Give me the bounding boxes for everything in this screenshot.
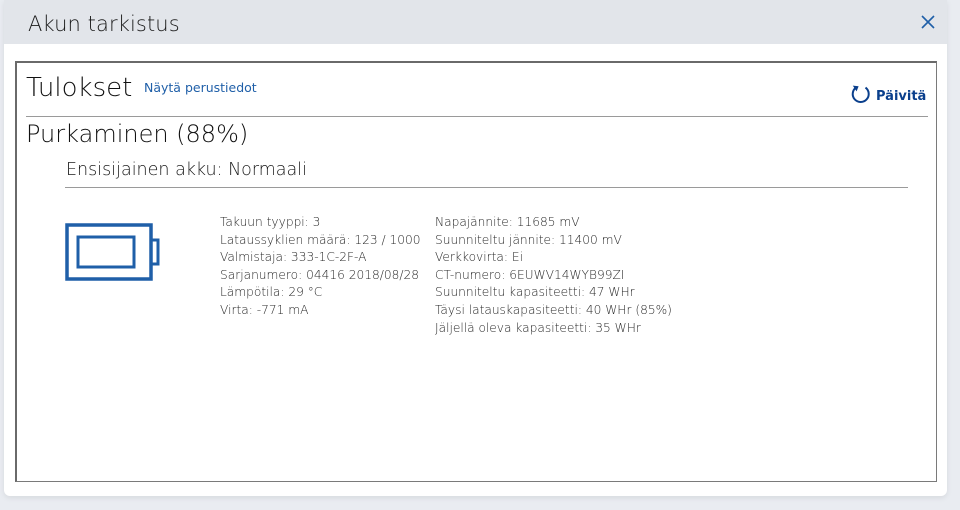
results-title: Tulokset: [26, 73, 133, 103]
full-charge-capacity: Täysi latauskapasiteetti: 40 WHr (85%): [435, 302, 672, 317]
show-basic-info-link[interactable]: Näytä perustiedot: [144, 80, 257, 95]
terminal-voltage: Napajännite: 11685 mV: [435, 215, 580, 229]
temperature: Lämpötila: 29 °C: [220, 285, 323, 300]
warranty-type: Takuun tyyppi: 3: [220, 215, 321, 229]
battery-check-window: Akun tarkistus Tulokset Näytä perustiedo…: [4, 0, 947, 496]
battery-details-right: Napajännite: 11685 mV Suunniteltu jännit…: [435, 214, 672, 337]
serial-number: Sarjanumero: 04416 2018/08/28: [220, 267, 419, 282]
battery-status: Purkaminen (88%): [26, 120, 249, 148]
divider: [65, 187, 908, 188]
ac-power: Verkkovirta: Ei: [435, 250, 523, 265]
title-bar: Akun tarkistus: [4, 0, 947, 44]
remaining-capacity: Jäljellä oleva kapasiteetti: 35 WHr: [435, 320, 641, 335]
current: Virta: -771 mA: [220, 302, 309, 317]
divider: [26, 116, 928, 117]
refresh-icon: [850, 83, 872, 109]
design-capacity: Suunniteltu kapasiteetti: 47 WHr: [435, 285, 635, 300]
primary-battery-heading: Ensisijainen akku: Normaali: [66, 160, 307, 180]
cycle-count: Lataussyklien määrä: 123 / 1000: [220, 232, 421, 247]
refresh-label: Päivitä: [876, 88, 927, 104]
ct-number: CT-numero: 6EUWV14WYB99ZI: [435, 267, 625, 282]
design-voltage: Suunniteltu jännite: 11400 mV: [435, 232, 622, 247]
battery-details-left: Takuun tyyppi: 3 Lataussyklien määrä: 12…: [220, 214, 420, 320]
battery-icon: [65, 223, 161, 283]
refresh-button[interactable]: Päivitä: [850, 84, 926, 108]
results-panel: Tulokset Näytä perustiedot Päivitä Purka…: [15, 61, 937, 482]
window-title: Akun tarkistus: [28, 12, 180, 36]
manufacturer: Valmistaja: 333-1C-2F-A: [220, 250, 367, 265]
close-icon[interactable]: [916, 10, 940, 34]
